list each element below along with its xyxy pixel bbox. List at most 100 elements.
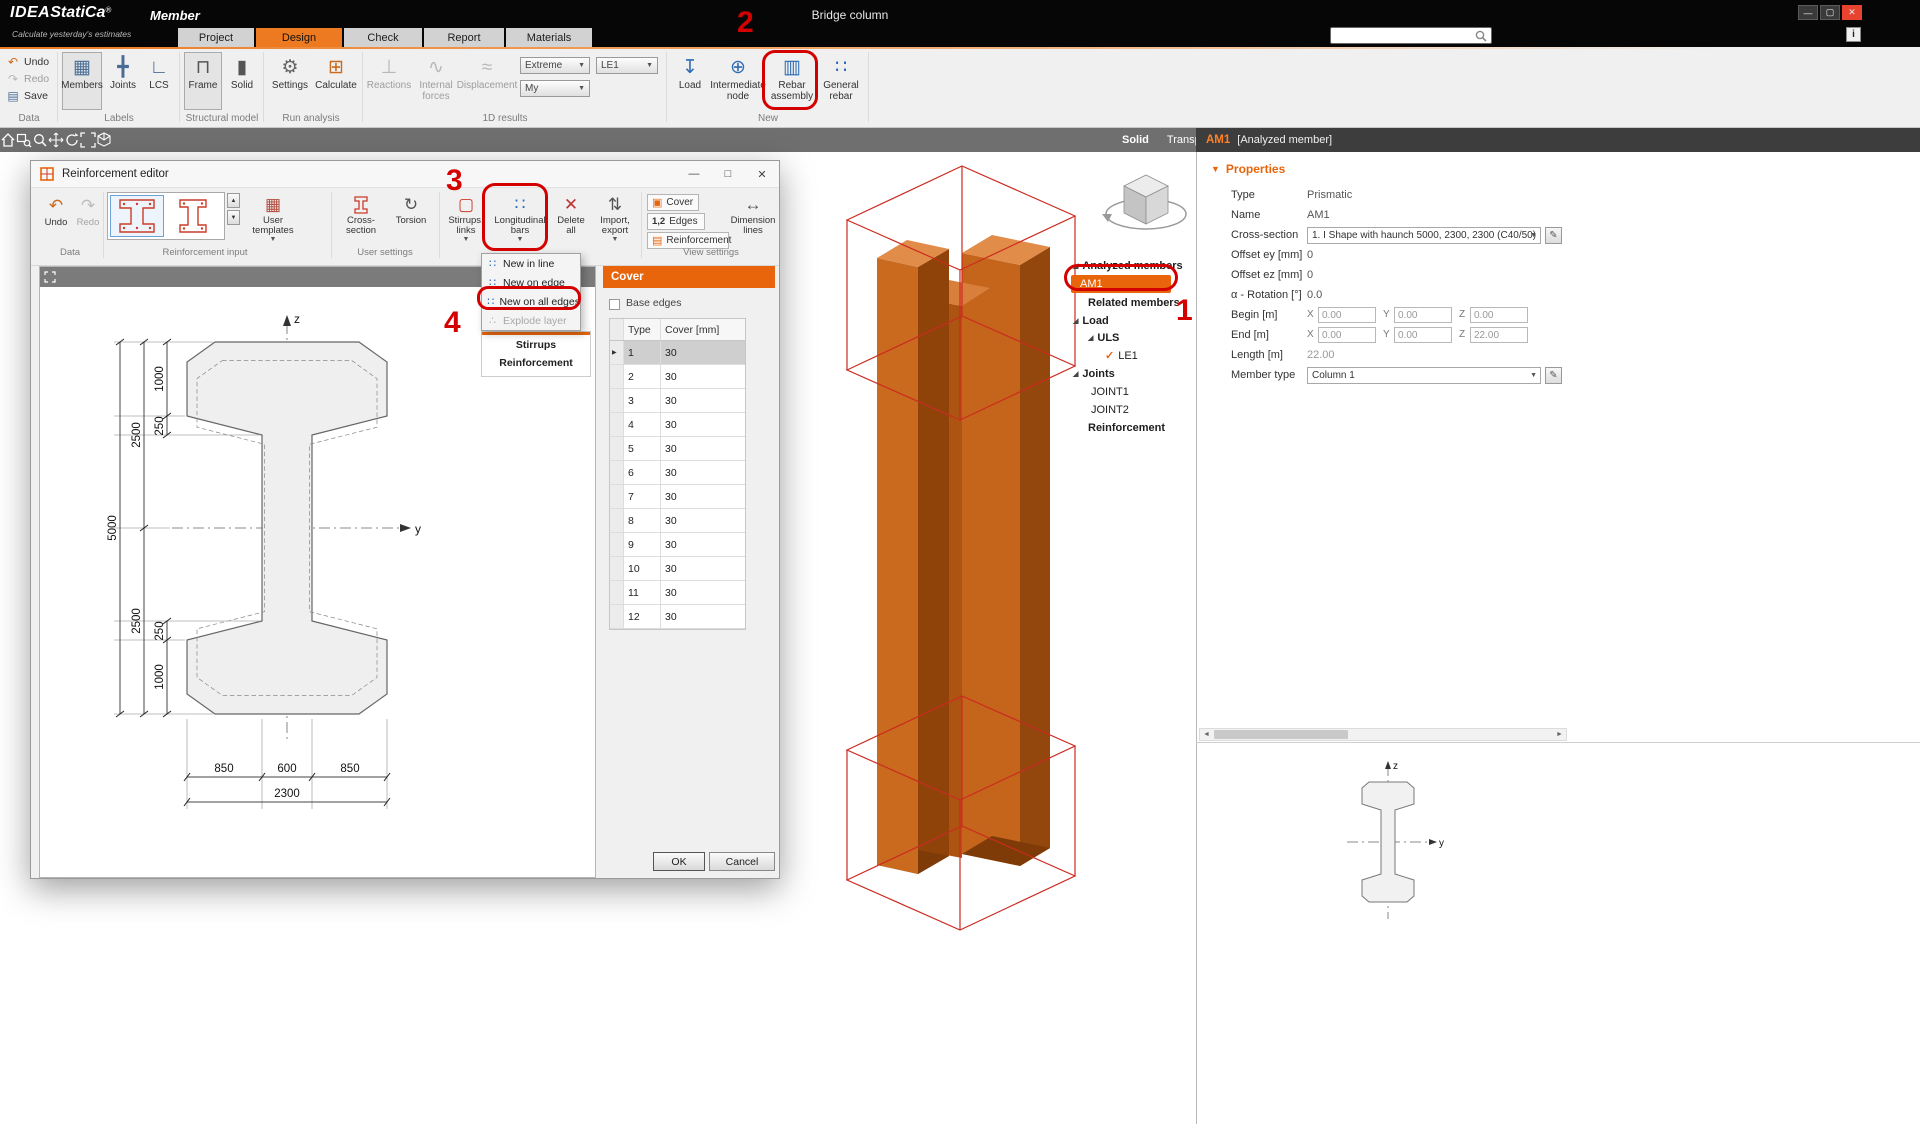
torsion-button[interactable]: ↻Torsion (389, 191, 433, 245)
tree-item-load[interactable]: ◢Load (1073, 312, 1109, 329)
tree-item-le1[interactable]: ✓LE1 (1105, 347, 1138, 364)
cover-table-row[interactable]: 930 (610, 533, 745, 557)
end-z-input[interactable]: 22.00 (1470, 327, 1528, 343)
tab-materials[interactable]: Materials (506, 28, 592, 47)
cancel-button[interactable]: Cancel (709, 852, 775, 871)
scroll-left-arrow[interactable]: ◄ (1200, 731, 1213, 738)
settings-button[interactable]: ⚙Settings (269, 52, 311, 110)
my-dropdown[interactable]: My▼ (520, 80, 590, 97)
menu-item-explode-layer[interactable]: ∴Explode layer (482, 311, 580, 330)
internal-forces-button[interactable]: ∿Internal forces (413, 52, 459, 110)
property-value[interactable]: 0.0 (1307, 289, 1322, 301)
pan-button[interactable] (48, 128, 64, 152)
scrollbar-thumb[interactable] (1214, 730, 1348, 739)
ok-button[interactable]: OK (653, 852, 705, 871)
cover-table-row[interactable]: 530 (610, 437, 745, 461)
user-templates-button[interactable]: ▦User templates▼ (245, 191, 301, 245)
close-button[interactable]: ✕ (1842, 5, 1862, 20)
cross-section-dropdown[interactable]: 1. I Shape with haunch 5000, 2300, 2300 … (1307, 227, 1541, 244)
tree-item-analyzed-members[interactable]: ◢Analyzed members (1073, 257, 1183, 274)
search-box[interactable] (1330, 27, 1492, 44)
end-x-input[interactable]: 0.00 (1318, 327, 1376, 343)
calculate-button[interactable]: ⊞Calculate (313, 52, 359, 110)
edges-view-toggle[interactable]: 1,2Edges (647, 213, 705, 230)
edit-member-type-button[interactable]: ✎ (1545, 367, 1562, 384)
cover-table-row[interactable]: 630 (610, 461, 745, 485)
redo-button[interactable]: ↷Redo (6, 71, 49, 86)
dialog-undo-button[interactable]: ↶Undo (41, 196, 71, 236)
solid-view-icon-button[interactable] (96, 128, 112, 152)
tree-item-joints[interactable]: ◢Joints (1073, 365, 1115, 382)
general-rebar-button[interactable]: ∷General rebar (818, 52, 864, 110)
stirrups-links-button[interactable]: ▢Stirrups, links▼ (443, 191, 489, 245)
le1-dropdown[interactable]: LE1▼ (596, 57, 658, 74)
scroll-right-arrow[interactable]: ► (1553, 731, 1566, 738)
tree-item-related-members[interactable]: Related members (1088, 294, 1180, 311)
cover-table-row[interactable]: 830 (610, 509, 745, 533)
frame-button[interactable]: ⊓Frame (184, 52, 222, 110)
reactions-button[interactable]: ⊥Reactions (367, 52, 411, 110)
tree-item-reinforcement[interactable]: Reinforcement (1088, 419, 1165, 436)
begin-z-input[interactable]: 0.00 (1470, 307, 1528, 323)
cover-table-row[interactable]: 730 (610, 485, 745, 509)
minimize-button[interactable]: — (1798, 5, 1818, 20)
zoom-fit-button[interactable] (80, 128, 96, 152)
dimension-lines-button[interactable]: ↔Dimension lines (731, 191, 775, 245)
zoom-button[interactable] (32, 128, 48, 152)
home-view-button[interactable] (0, 128, 16, 152)
load-button[interactable]: ↧Load (672, 52, 708, 110)
menu-item-new-on-edge[interactable]: ∷New on edge (482, 273, 580, 292)
tree-item-am1[interactable]: AM1 (1071, 275, 1171, 293)
tree-item-joint1[interactable]: JOINT1 (1091, 383, 1129, 400)
cover-table-row[interactable]: 330 (610, 389, 745, 413)
cover-table-row[interactable]: 1030 (610, 557, 745, 581)
tab-design[interactable]: Design (256, 28, 342, 47)
save-button[interactable]: ▤Save (6, 88, 48, 103)
begin-x-input[interactable]: 0.00 (1318, 307, 1376, 323)
begin-y-input[interactable]: 0.00 (1394, 307, 1452, 323)
info-button[interactable]: i (1846, 27, 1861, 42)
navigation-cube[interactable] (1098, 162, 1194, 254)
dialog-title-bar[interactable]: Reinforcement editor — □ ✕ (31, 161, 779, 188)
member-type-dropdown[interactable]: Column 1▼ (1307, 367, 1541, 384)
base-edges-checkbox[interactable] (609, 299, 620, 310)
property-value[interactable]: 0 (1307, 269, 1313, 281)
tree-item-uls[interactable]: ◢ULS (1088, 329, 1119, 346)
reinforcement-template-1[interactable] (110, 195, 164, 237)
joints-button[interactable]: ╋Joints (104, 52, 142, 110)
members-button[interactable]: ▦Members (62, 52, 102, 110)
property-value[interactable]: 0 (1307, 249, 1313, 261)
tab-check[interactable]: Check (344, 28, 422, 47)
cover-table-row[interactable]: 1230 (610, 605, 745, 629)
longitudinal-bars-button[interactable]: ∷Longitudinal bars▼ (491, 191, 549, 245)
undo-button[interactable]: ↶Undo (6, 54, 49, 69)
template-scroll-up-button[interactable]: ▲ (227, 193, 240, 208)
end-y-input[interactable]: 0.00 (1394, 327, 1452, 343)
cross-section-button[interactable]: Cross-section (337, 191, 385, 245)
dialog-minimize-button[interactable]: — (677, 161, 711, 187)
delete-all-button[interactable]: ✕Delete all (551, 191, 591, 245)
cover-table-row[interactable]: 430 (610, 413, 745, 437)
import-export-button[interactable]: ⇅Import, export▼ (593, 191, 637, 245)
rebar-assembly-button[interactable]: ▥Rebar assembly (768, 52, 816, 110)
cover-view-toggle[interactable]: ▣Cover (647, 194, 699, 211)
maximize-button[interactable]: ▢ (1820, 5, 1840, 20)
reinforcement-template-2[interactable] (166, 195, 220, 237)
menu-item-new-in-line[interactable]: ∷New in line (482, 254, 580, 273)
properties-horizontal-scrollbar[interactable]: ◄ ► (1199, 728, 1567, 741)
cover-table-row[interactable]: ▶130 (610, 341, 745, 365)
search-input[interactable] (1331, 29, 1474, 42)
cover-table-row[interactable]: 1130 (610, 581, 745, 605)
view-mode-solid[interactable]: Solid (1122, 134, 1149, 146)
cover-table-row[interactable]: 230 (610, 365, 745, 389)
lcs-button[interactable]: ∟LCS (142, 52, 176, 110)
menu-item-new-on-all-edges[interactable]: ∷New on all edges (482, 292, 580, 311)
extreme-dropdown[interactable]: Extreme▼ (520, 57, 590, 74)
dialog-close-button[interactable]: ✕ (745, 161, 779, 187)
dialog-maximize-button[interactable]: □ (711, 161, 745, 187)
intermediate-node-button[interactable]: ⊕Intermediate node (710, 52, 766, 110)
tab-project[interactable]: Project (178, 28, 254, 47)
rotate-button[interactable] (64, 128, 80, 152)
tab-report[interactable]: Report (424, 28, 504, 47)
solid-button[interactable]: ▮Solid (224, 52, 260, 110)
